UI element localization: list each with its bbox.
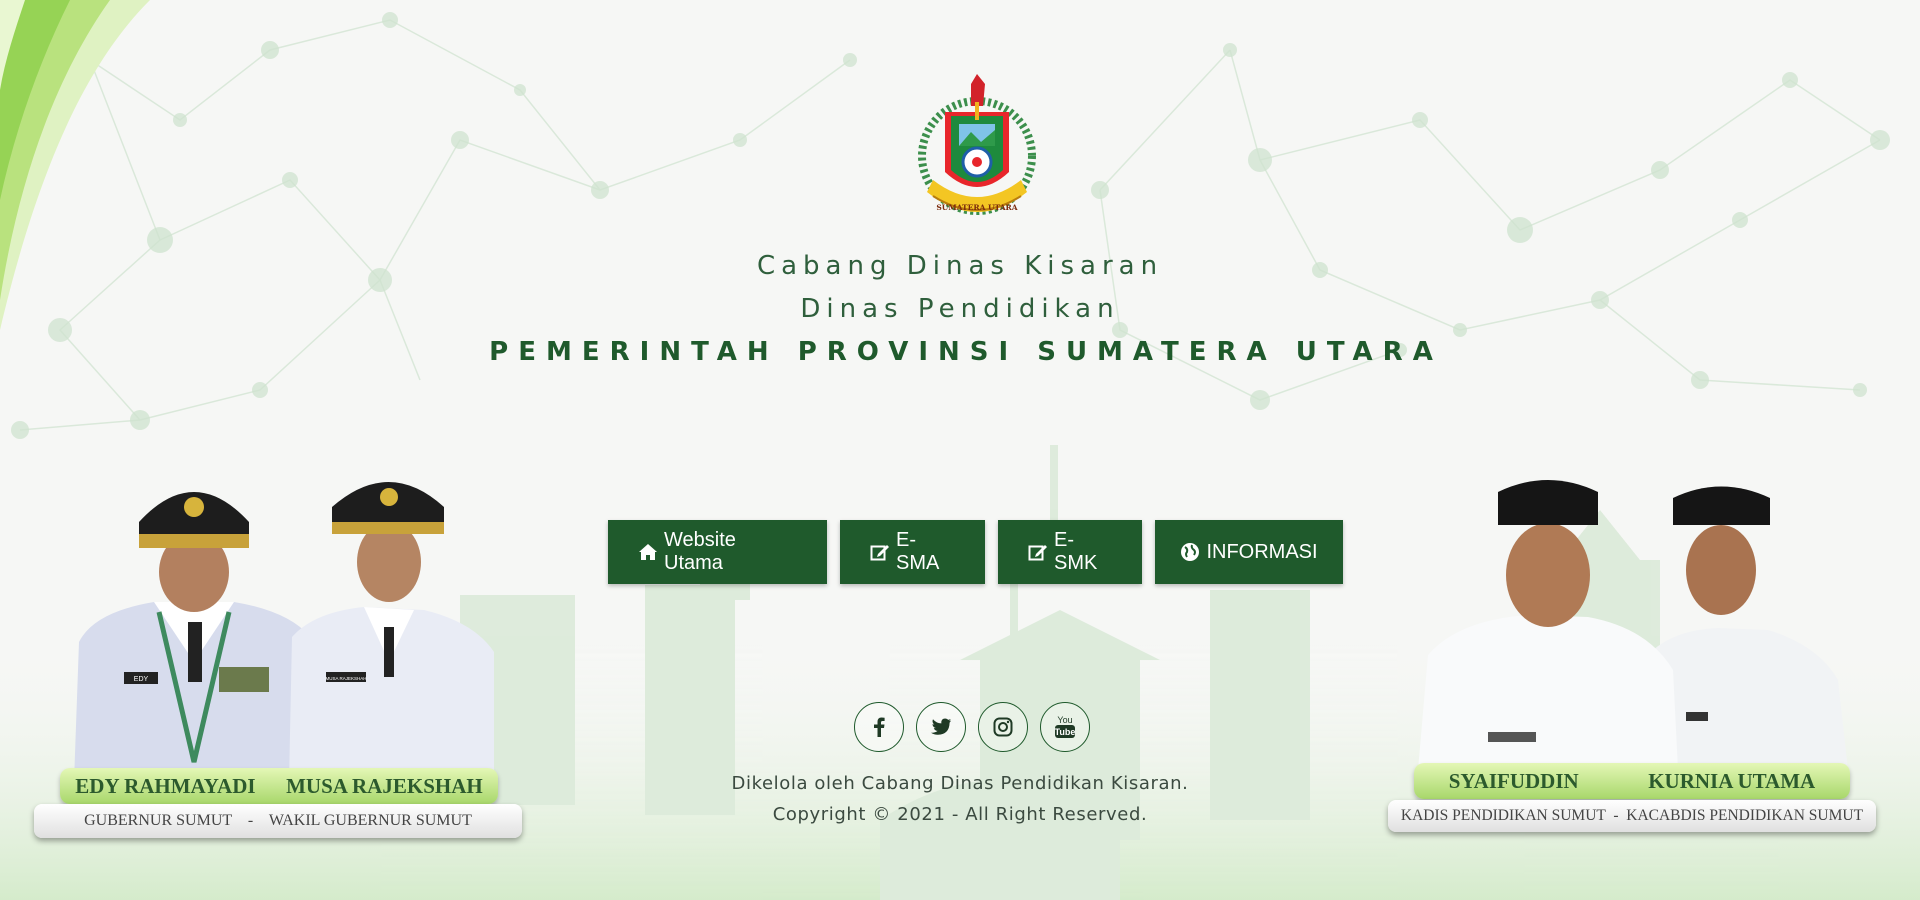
website-utama-label: Website Utama bbox=[664, 529, 736, 574]
name-badge-musa: MUSA RAJEKSHAH bbox=[325, 676, 366, 681]
instagram-link[interactable] bbox=[978, 702, 1028, 752]
official-name-musa: MUSA RAJEKSHAH bbox=[286, 773, 483, 798]
website-utama-button[interactable]: Website Utama bbox=[608, 520, 827, 584]
site-header: Cabang Dinas Kisaran Dinas Pendidikan PE… bbox=[0, 245, 1920, 367]
svg-text:You: You bbox=[1057, 715, 1072, 725]
e-sma-label: E-SMA bbox=[896, 529, 940, 574]
header-line-department: Dinas Pendidikan bbox=[800, 294, 1120, 324]
officials-left-photo: EDY MUSA RAJEKSHAH bbox=[74, 482, 494, 782]
instagram-icon bbox=[993, 717, 1013, 737]
facebook-link[interactable] bbox=[854, 702, 904, 752]
officials-right: SYAIFUDDIN KURNIA UTAMA KADIS PENDIDIKAN… bbox=[1388, 480, 1876, 842]
officials-right-roles: KADIS PENDIDIKAN SUMUT - KACABDIS PENDID… bbox=[1388, 800, 1876, 832]
e-smk-button[interactable]: E-SMK bbox=[998, 520, 1142, 584]
facebook-icon bbox=[874, 717, 885, 737]
edit-icon bbox=[1028, 543, 1048, 561]
twitter-icon bbox=[931, 718, 951, 735]
name-badge-edy: EDY bbox=[134, 676, 149, 683]
officials-right-names: SYAIFUDDIN KURNIA UTAMA bbox=[1414, 763, 1850, 799]
informasi-label: INFORMASI bbox=[1206, 540, 1318, 563]
social-links: You Tube bbox=[854, 702, 1090, 752]
official-name-kurnia: KURNIA UTAMA bbox=[1648, 768, 1816, 793]
svg-text:Tube: Tube bbox=[1055, 727, 1076, 737]
official-name-syaifuddin: SYAIFUDDIN bbox=[1448, 768, 1579, 793]
home-icon bbox=[638, 543, 658, 561]
main-nav: Website Utama E-SMA E-SMK INFORMASI bbox=[608, 520, 1343, 584]
e-smk-label: E-SMK bbox=[1054, 529, 1098, 574]
header-line-government: PEMERINTAH PROVINSI SUMATERA UTARA bbox=[489, 337, 1443, 367]
officials-right-photo bbox=[1418, 480, 1848, 770]
globe-icon bbox=[1180, 542, 1200, 562]
header-line-office: Cabang Dinas Kisaran bbox=[756, 251, 1164, 281]
officials-left-roles: GUBERNUR SUMUT - WAKIL GUBERNUR SUMUT bbox=[34, 804, 522, 838]
e-sma-button[interactable]: E-SMA bbox=[840, 520, 985, 584]
officials-left-names: EDY RAHMAYADI MUSA RAJEKSHAH bbox=[60, 768, 498, 804]
provincial-emblem-logo: SUMATERA UTARA bbox=[918, 74, 1036, 215]
official-name-edy: EDY RAHMAYADI bbox=[75, 773, 256, 798]
edit-icon bbox=[870, 543, 890, 561]
youtube-icon: You Tube bbox=[1055, 715, 1076, 738]
informasi-button[interactable]: INFORMASI bbox=[1155, 520, 1343, 584]
officials-left: EDY MUSA RAJEKSHAH EDY RAHMAYADI MUSA RA… bbox=[34, 462, 524, 842]
youtube-link[interactable]: You Tube bbox=[1040, 702, 1090, 752]
twitter-link[interactable] bbox=[916, 702, 966, 752]
emblem-text: SUMATERA UTARA bbox=[936, 203, 1017, 212]
